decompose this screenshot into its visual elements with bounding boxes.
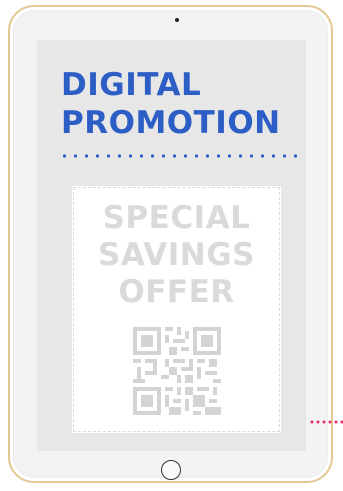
coupon-card: SPECIAL SAVINGS OFFER — [72, 186, 281, 433]
accent-dotted-line — [309, 420, 343, 424]
headline-line-2: PROMOTION — [61, 105, 281, 141]
coupon-line-2: SAVINGS — [98, 237, 255, 273]
coupon-title: SPECIAL SAVINGS OFFER — [72, 200, 281, 311]
dotted-divider — [59, 154, 299, 158]
coupon-line-1: SPECIAL — [102, 200, 251, 236]
camera-icon — [175, 18, 179, 22]
headline: DIGITAL PROMOTION — [61, 66, 281, 142]
qr-code-icon — [133, 327, 221, 415]
coupon-line-3: OFFER — [118, 274, 235, 310]
headline-line-1: DIGITAL — [61, 67, 202, 103]
promo-illustration: DIGITAL PROMOTION SPECIAL SAVINGS OFFER — [0, 0, 343, 491]
home-button-icon — [161, 460, 181, 480]
